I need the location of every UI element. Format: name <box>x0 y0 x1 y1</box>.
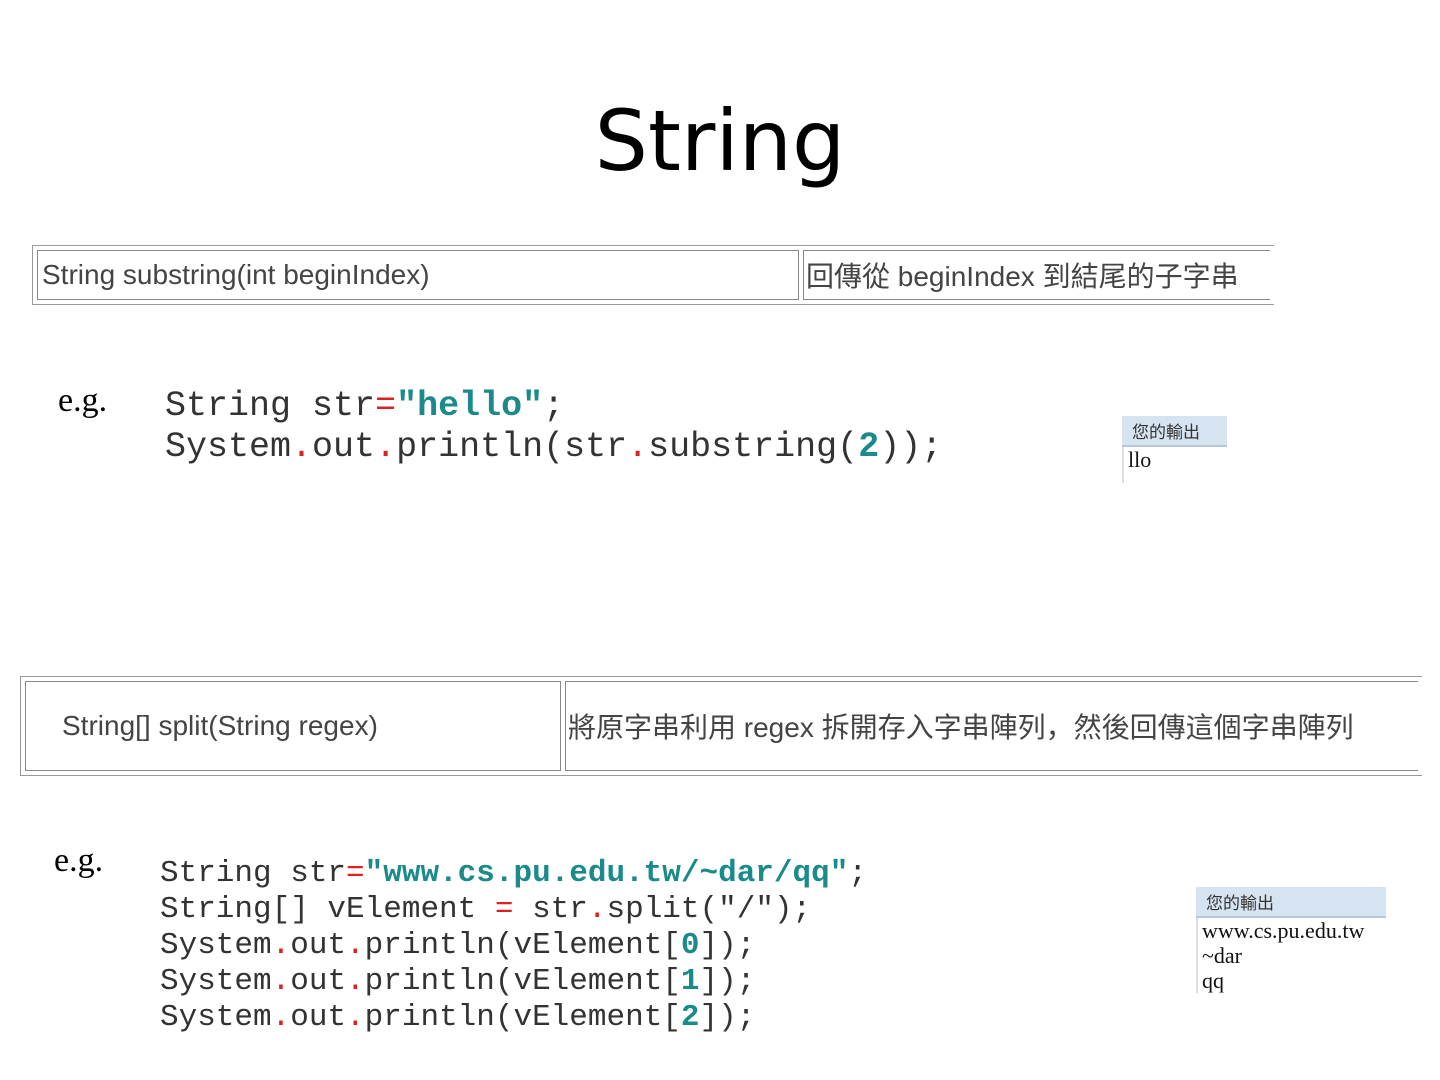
code-token: System <box>160 1000 272 1035</box>
code-token: . <box>291 427 313 467</box>
code-line: String[] vElement = str.split("/"); <box>160 892 867 928</box>
code-token: . <box>346 1000 365 1035</box>
code-block-substring: String str="hello"; System.out.println(st… <box>165 386 942 468</box>
code-token: 1 <box>680 964 700 999</box>
output-line: qq <box>1202 968 1224 993</box>
code-token: out <box>290 1000 347 1035</box>
output-body: llo <box>1122 447 1227 483</box>
code-token: ; <box>848 856 867 891</box>
code-token: System <box>165 427 292 467</box>
code-token: . <box>271 1000 291 1035</box>
code-token: . <box>587 892 607 927</box>
code-token: . <box>346 964 365 999</box>
code-token: . <box>375 427 397 467</box>
code-token: 2 <box>858 427 880 467</box>
code-line: System.out.println(vElement[0]); <box>160 928 867 964</box>
code-line: System.out.println(vElement[1]); <box>160 964 867 1000</box>
slide-title: String <box>594 92 846 190</box>
method-signature: String substring(int beginIndex) <box>37 250 799 300</box>
code-token: println(vElement[ <box>364 964 681 999</box>
code-token: = <box>375 386 397 426</box>
code-line: String str="hello"; <box>165 386 942 427</box>
code-line: String str="www.cs.pu.edu.tw/~dar/qq"; <box>160 856 867 892</box>
code-token: 0 <box>680 928 700 963</box>
output-panel: 您的輸出 www.cs.pu.edu.tw ~dar qq <box>1196 887 1386 993</box>
code-token: System <box>160 928 272 963</box>
code-token: = <box>346 856 365 891</box>
method-table-substring: String substring(int beginIndex) 回傳從 beg… <box>32 245 1274 305</box>
output-line: www.cs.pu.edu.tw <box>1202 918 1365 943</box>
code-token: split("/"); <box>606 892 812 927</box>
code-block-split: String str="www.cs.pu.edu.tw/~dar/qq"; St… <box>160 856 867 1036</box>
code-token: out <box>312 427 376 467</box>
code-token: println(vElement[ <box>364 1000 681 1035</box>
output-line: ~dar <box>1202 943 1242 968</box>
output-header: 您的輸出 <box>1196 887 1386 918</box>
example-label: e.g. <box>58 382 108 419</box>
code-token: )); <box>879 427 943 467</box>
code-token: String[] vElement <box>160 892 495 927</box>
code-token: ; <box>543 386 565 426</box>
code-token: 2 <box>680 1000 700 1035</box>
code-token: . <box>627 427 649 467</box>
code-token: . <box>271 964 291 999</box>
code-token: String str <box>165 386 376 426</box>
code-token: String str <box>160 856 347 891</box>
code-token: "www.cs.pu.edu.tw/~dar/qq" <box>364 856 849 891</box>
method-signature: String[] split(String regex) <box>25 681 561 771</box>
code-line: System.out.println(str.substring(2)); <box>165 427 942 468</box>
code-token: ]); <box>699 1000 756 1035</box>
code-token: out <box>290 964 347 999</box>
code-token: out <box>290 928 347 963</box>
code-token: ]); <box>699 964 756 999</box>
code-token: . <box>271 928 291 963</box>
output-header: 您的輸出 <box>1122 416 1227 447</box>
method-description: 回傳從 beginIndex 到結尾的子字串 <box>803 250 1270 300</box>
code-token: = <box>494 892 514 927</box>
code-token: "hello" <box>396 386 544 426</box>
code-token: ]); <box>699 928 756 963</box>
example-label: e.g. <box>54 842 104 879</box>
method-description: 將原字串利用 regex 拆開存入字串陣列，然後回傳這個字串陣列 <box>565 681 1418 771</box>
output-panel: 您的輸出 llo <box>1122 416 1227 483</box>
output-line: llo <box>1128 447 1152 472</box>
method-table-split: String[] split(String regex) 將原字串利用 rege… <box>20 676 1422 776</box>
code-line: System.out.println(vElement[2]); <box>160 1000 867 1036</box>
output-body: www.cs.pu.edu.tw ~dar qq <box>1196 918 1386 993</box>
code-token: . <box>346 928 365 963</box>
code-token: println(str <box>396 427 628 467</box>
code-token: println(vElement[ <box>364 928 681 963</box>
code-token: substring( <box>648 427 859 467</box>
code-token: str <box>513 892 588 927</box>
code-token: System <box>160 964 272 999</box>
